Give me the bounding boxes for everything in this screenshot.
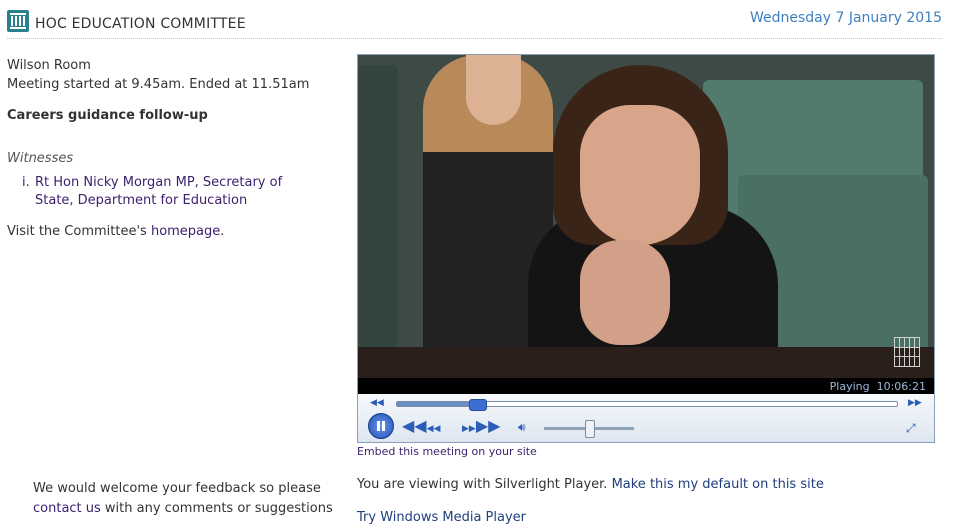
- meeting-details: Wilson Room Meeting started at 9.45am. E…: [7, 56, 337, 239]
- make-default-link[interactable]: Make this my default on this site: [612, 477, 824, 492]
- silverlight-text: You are viewing with Silverlight Player.: [357, 477, 612, 492]
- homepage-link[interactable]: homepage: [151, 224, 220, 239]
- status-bar: Playing 10:06:21: [358, 378, 934, 394]
- witness-list: i. Rt Hon Nicky Morgan MP, Secretary of …: [7, 174, 337, 210]
- witness-item[interactable]: i. Rt Hon Nicky Morgan MP, Secretary of …: [22, 174, 310, 210]
- feedback-prefix: We would welcome your feedback so please: [33, 481, 321, 496]
- visit-suffix: .: [220, 224, 225, 239]
- skip-back-icon[interactable]: ◀◀: [370, 396, 384, 410]
- seek-bar[interactable]: [396, 399, 898, 411]
- committee-title: HOC EDUCATION COMMITTEE: [35, 16, 246, 32]
- player-controls: ◀◀ ▶▶ ◀◀◀◀ ▶▶▶▶ 🔊︎ ⤢: [358, 394, 934, 442]
- desk: [358, 347, 934, 378]
- background-chair: [358, 65, 398, 365]
- volume-icon[interactable]: 🔊︎: [518, 420, 526, 434]
- seek-progress: [397, 402, 477, 406]
- background-person-face: [466, 55, 521, 125]
- meeting-times: Meeting started at 9.45am. Ended at 11.5…: [7, 77, 310, 92]
- pause-icon[interactable]: [368, 413, 394, 439]
- meeting-date: Wednesday 7 January 2015: [749, 10, 942, 26]
- room-name: Wilson Room: [7, 58, 91, 73]
- visit-prefix: Visit the Committee's: [7, 224, 151, 239]
- speaker-face: [580, 105, 700, 245]
- volume-slider[interactable]: [585, 420, 595, 438]
- feedback-suffix: with any comments or suggestions: [100, 501, 333, 516]
- fast-forward-icon[interactable]: ▶▶▶▶: [462, 418, 500, 436]
- witnesses-heading: Witnesses: [7, 151, 74, 166]
- portcullis-logo-icon: [7, 10, 29, 32]
- playback-status: Playing 10:06:21: [830, 380, 926, 393]
- meeting-subject: Careers guidance follow-up: [7, 108, 208, 123]
- witness-number: i.: [22, 175, 30, 190]
- contact-us-link[interactable]: contact us: [33, 501, 101, 516]
- video-frame[interactable]: [358, 55, 934, 378]
- embed-link[interactable]: Embed this meeting on your site: [357, 445, 537, 458]
- rewind-icon[interactable]: ◀◀◀◀: [402, 418, 440, 436]
- page-header: HOC EDUCATION COMMITTEE Wednesday 7 Janu…: [7, 8, 942, 39]
- visit-committee: Visit the Committee's homepage.: [7, 224, 337, 239]
- speaker-hands: [580, 240, 670, 345]
- timecode: 10:06:21: [876, 380, 926, 393]
- player-alternatives: You are viewing with Silverlight Player.…: [357, 477, 824, 492]
- fullscreen-icon[interactable]: ⤢: [906, 421, 916, 435]
- video-player[interactable]: Playing 10:06:21 ◀◀ ▶▶ ◀◀◀◀ ▶▶▶▶ 🔊︎ ⤢: [357, 54, 935, 443]
- witness-name[interactable]: Rt Hon Nicky Morgan MP, Secretary of Sta…: [35, 175, 282, 208]
- windows-media-player-link[interactable]: Try Windows Media Player: [357, 510, 526, 525]
- status-text: Playing: [829, 380, 870, 393]
- seek-thumb[interactable]: [469, 399, 487, 411]
- feedback-note: We would welcome your feedback so please…: [33, 479, 348, 519]
- portcullis-icon: [894, 337, 920, 367]
- skip-forward-icon[interactable]: ▶▶: [908, 396, 922, 410]
